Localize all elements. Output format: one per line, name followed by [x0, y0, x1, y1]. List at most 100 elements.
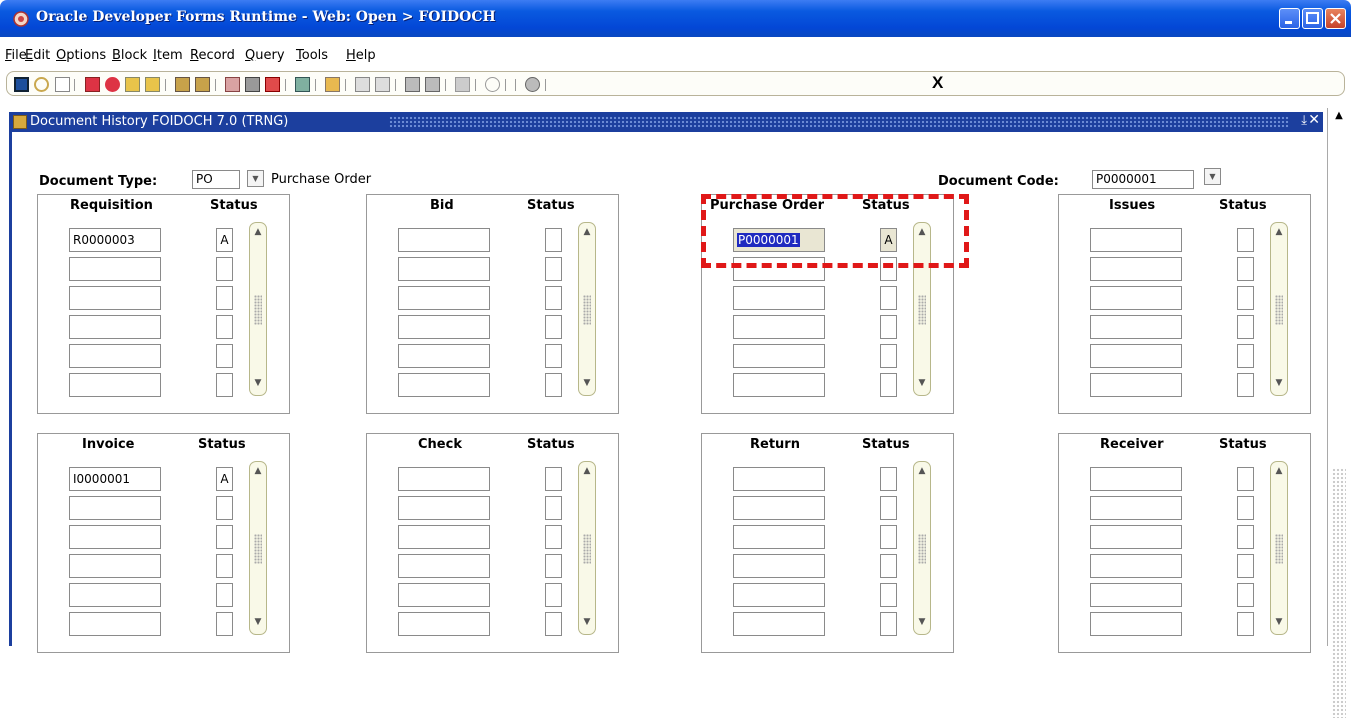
scroll-down-icon[interactable]: ▼ [579, 617, 595, 631]
next-block-icon[interactable] [105, 77, 120, 92]
status-field[interactable] [545, 373, 562, 397]
scroll-grip[interactable] [918, 295, 926, 325]
menu-item[interactable]: Options [56, 48, 106, 63]
attachment-icon[interactable] [375, 77, 390, 92]
document-number-field[interactable] [1090, 554, 1182, 578]
status-field[interactable] [1237, 315, 1254, 339]
scroll-up-icon[interactable]: ▲ [250, 466, 266, 480]
extract-icon[interactable] [355, 77, 370, 92]
status-field[interactable] [545, 228, 562, 252]
document-number-field[interactable] [398, 583, 490, 607]
status-field[interactable] [880, 373, 897, 397]
document-number-field[interactable] [1090, 315, 1182, 339]
document-number-field[interactable] [398, 257, 490, 281]
record-scrollbar[interactable]: ▲ ▼ [578, 222, 596, 396]
document-number-field[interactable] [398, 344, 490, 368]
document-number-field[interactable] [733, 286, 825, 310]
status-field[interactable] [545, 612, 562, 636]
status-field[interactable] [545, 583, 562, 607]
document-number-field[interactable] [398, 525, 490, 549]
record-scrollbar[interactable]: ▲ ▼ [1270, 222, 1288, 396]
remove-record-icon[interactable] [245, 77, 260, 92]
status-field[interactable] [216, 286, 233, 310]
form-minimize-icon[interactable]: ⤓ [1301, 113, 1307, 128]
status-field[interactable]: A [216, 228, 233, 252]
minimize-button[interactable] [1279, 8, 1300, 29]
document-number-field[interactable] [733, 525, 825, 549]
status-field[interactable] [216, 373, 233, 397]
status-field[interactable] [545, 525, 562, 549]
scroll-down-icon[interactable]: ▼ [250, 617, 266, 631]
scroll-down-icon[interactable]: ▼ [914, 617, 930, 631]
next-record-icon[interactable] [145, 77, 160, 92]
document-number-field[interactable] [733, 496, 825, 520]
sound-icon[interactable] [455, 77, 470, 92]
document-number-field[interactable] [69, 612, 161, 636]
crosshair-icon[interactable] [485, 77, 500, 92]
status-field[interactable] [1237, 228, 1254, 252]
document-number-field[interactable]: R0000003 [69, 228, 161, 252]
document-type-field[interactable]: PO [192, 170, 240, 189]
help-icon[interactable] [525, 77, 540, 92]
scroll-grip[interactable] [1332, 468, 1346, 718]
scroll-up-icon[interactable]: ▲ [250, 227, 266, 241]
status-field[interactable] [1237, 496, 1254, 520]
document-number-field[interactable] [1090, 286, 1182, 310]
document-code-lov-button[interactable]: ▼ [1204, 168, 1221, 185]
scroll-up-icon[interactable]: ▲ [914, 466, 930, 480]
scroll-grip[interactable] [583, 295, 591, 325]
document-number-field[interactable] [733, 373, 825, 397]
record-scrollbar[interactable]: ▲ ▼ [249, 222, 267, 396]
menu-item[interactable]: Edit [25, 48, 50, 63]
status-field[interactable] [880, 583, 897, 607]
menu-item[interactable]: File [5, 48, 27, 63]
menu-item[interactable]: Item [153, 48, 183, 63]
status-field[interactable] [545, 554, 562, 578]
document-number-field[interactable] [733, 554, 825, 578]
scroll-up-icon[interactable]: ▲ [1271, 227, 1287, 241]
scroll-up-icon[interactable]: ▲ [1331, 108, 1347, 124]
status-field[interactable] [545, 315, 562, 339]
status-field[interactable] [216, 554, 233, 578]
status-field[interactable] [1237, 612, 1254, 636]
execute-query-icon[interactable] [195, 77, 210, 92]
menu-item[interactable]: Help [346, 48, 376, 63]
record-scrollbar[interactable]: ▲ ▼ [1270, 461, 1288, 635]
status-field[interactable] [1237, 583, 1254, 607]
scroll-down-icon[interactable]: ▼ [250, 378, 266, 392]
document-number-field[interactable] [398, 554, 490, 578]
document-number-field[interactable] [1090, 373, 1182, 397]
record-scrollbar[interactable]: ▲ ▼ [578, 461, 596, 635]
options-icon[interactable] [405, 77, 420, 92]
exit-button[interactable]: X [932, 73, 943, 93]
document-number-field[interactable] [69, 583, 161, 607]
document-number-field[interactable] [1090, 344, 1182, 368]
document-number-field[interactable] [69, 373, 161, 397]
status-field[interactable] [1237, 467, 1254, 491]
document-number-field[interactable] [1090, 525, 1182, 549]
status-field[interactable] [880, 612, 897, 636]
document-number-field[interactable] [69, 496, 161, 520]
document-code-field[interactable]: P0000001 [1092, 170, 1194, 189]
form-close-icon[interactable]: ✕ [1308, 112, 1320, 128]
document-number-field[interactable] [398, 228, 490, 252]
scroll-grip[interactable] [583, 534, 591, 564]
status-field[interactable] [1237, 344, 1254, 368]
document-number-field[interactable] [733, 467, 825, 491]
status-field[interactable] [545, 344, 562, 368]
status-field[interactable] [545, 467, 562, 491]
menu-item[interactable]: Block [112, 48, 147, 63]
menu-item[interactable]: Tools [296, 48, 328, 63]
document-number-field[interactable] [1090, 467, 1182, 491]
status-field[interactable] [545, 286, 562, 310]
scroll-grip[interactable] [1275, 295, 1283, 325]
maximize-button[interactable] [1302, 8, 1323, 29]
print-icon[interactable] [325, 77, 340, 92]
document-number-field[interactable] [69, 286, 161, 310]
document-number-field[interactable] [69, 257, 161, 281]
status-field[interactable] [1237, 286, 1254, 310]
record-scrollbar[interactable]: ▲ ▼ [913, 461, 931, 635]
scroll-grip[interactable] [1275, 534, 1283, 564]
status-field[interactable] [216, 257, 233, 281]
status-field[interactable]: A [216, 467, 233, 491]
